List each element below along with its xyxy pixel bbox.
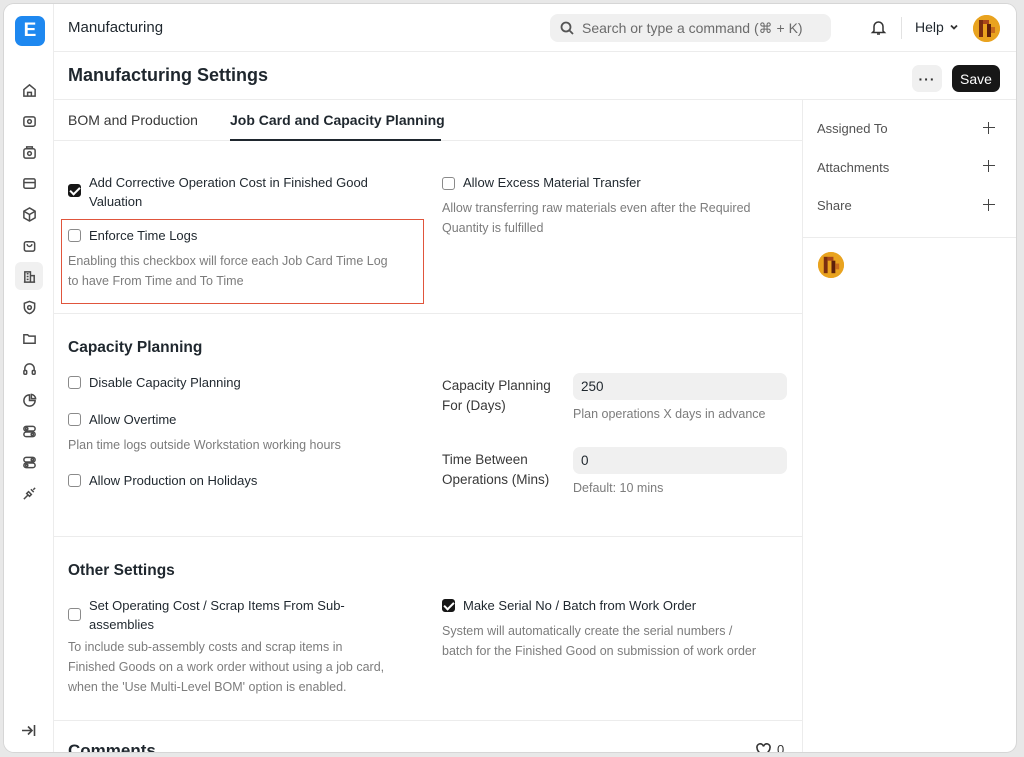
serial-batch-checkbox[interactable] (442, 599, 455, 612)
panel-divider (803, 237, 1016, 238)
support-icon[interactable] (18, 358, 40, 380)
add-share-plus-icon[interactable] (983, 199, 995, 211)
allow-overtime-label: Allow Overtime (89, 412, 177, 427)
time-between-operations-input[interactable]: 0 (573, 447, 787, 474)
viewer-avatar[interactable] (818, 252, 844, 278)
buying-icon[interactable] (18, 141, 40, 163)
add-attachment-plus-icon[interactable] (983, 160, 995, 172)
search-placeholder: Search or type a command (⌘ + K) (582, 19, 803, 36)
time-between-operations-label: Time Between Operations (Mins) (442, 452, 550, 487)
form-tabs: BOM and Production Job Card and Capacity… (54, 100, 802, 141)
allow-overtime-description: Plan time logs outside Workstation worki… (68, 438, 341, 452)
navbar-divider (901, 17, 902, 39)
search-icon (560, 21, 574, 35)
allow-production-on-holidays-checkbox[interactable] (68, 474, 81, 487)
share-label: Share (817, 198, 852, 213)
integrations-icon[interactable] (18, 482, 40, 504)
like-counter[interactable]: 0 (756, 742, 784, 752)
serial-batch-label: Make Serial No / Batch from Work Order (463, 598, 697, 613)
section-divider (54, 720, 802, 721)
operating-cost-checkbox[interactable] (68, 608, 81, 621)
excess-transfer-label: Allow Excess Material Transfer (463, 175, 641, 190)
heart-icon (756, 742, 771, 752)
quality-icon[interactable] (18, 296, 40, 318)
attachments-label: Attachments (817, 160, 890, 175)
app-title[interactable]: Manufacturing (68, 19, 163, 36)
time-between-operations-description: Default: 10 mins (573, 481, 664, 495)
capacity-planning-days-input[interactable]: 250 (573, 373, 787, 400)
other-settings-title: Other Settings (68, 562, 175, 579)
shopping-bag-icon[interactable] (18, 234, 40, 256)
form-sidebar: Assigned To Attachments Share (803, 100, 1016, 752)
section-divider (54, 536, 802, 537)
corrective-cost-label: Add Corrective Operation Cost in Finishe… (89, 175, 368, 209)
help-dropdown[interactable]: Help (915, 19, 959, 35)
page-title: Manufacturing Settings (68, 65, 269, 85)
enforce-time-logs-description: Enabling this checkbox will force each J… (68, 254, 388, 288)
tab-bom-and-production[interactable]: BOM and Production (68, 112, 198, 128)
excess-transfer-description: Allow transferring raw materials even af… (442, 201, 751, 235)
page-header: Manufacturing Settings ··· Save (54, 52, 1016, 100)
capacity-planning-title: Capacity Planning (68, 339, 203, 356)
chevron-down-icon (950, 24, 958, 30)
user-avatar[interactable] (973, 15, 1000, 42)
operating-cost-label: Set Operating Cost / Scrap Items From Su… (89, 598, 345, 632)
search-input[interactable]: Search or type a command (⌘ + K) (550, 14, 831, 42)
add-assignment-plus-icon[interactable] (983, 122, 995, 134)
manufacturing-icon[interactable] (15, 262, 43, 290)
navbar: Manufacturing Search or type a command (… (54, 4, 1016, 52)
operating-cost-description: To include sub-assembly costs and scrap … (68, 640, 385, 694)
help-label: Help (915, 19, 944, 35)
capacity-planning-days-description: Plan operations X days in advance (573, 407, 766, 421)
disable-capacity-planning-label: Disable Capacity Planning (89, 375, 241, 390)
corrective-cost-checkbox[interactable] (68, 184, 81, 197)
projects-icon[interactable] (18, 327, 40, 349)
accounting-icon[interactable] (18, 110, 40, 132)
collapse-sidebar-icon[interactable] (21, 724, 36, 742)
enforce-time-logs-checkbox[interactable] (68, 229, 81, 242)
analytics-icon[interactable] (18, 389, 40, 411)
disable-capacity-planning-checkbox[interactable] (68, 376, 81, 389)
sidebar: E (4, 4, 54, 752)
section-divider (54, 313, 802, 314)
stock-icon[interactable] (18, 203, 40, 225)
allow-overtime-checkbox[interactable] (68, 413, 81, 426)
tab-job-card-and-capacity-planning[interactable]: Job Card and Capacity Planning (230, 112, 445, 128)
toggle-settings-icon[interactable] (18, 420, 40, 442)
settings-form: BOM and Production Job Card and Capacity… (54, 100, 803, 752)
capacity-planning-days-label: Capacity Planning For (Days) (442, 378, 551, 413)
active-tab-indicator (230, 139, 441, 141)
allow-production-on-holidays-label: Allow Production on Holidays (89, 473, 258, 488)
comments-title: Comments (68, 741, 156, 752)
save-button[interactable]: Save (952, 65, 1000, 92)
excess-transfer-checkbox[interactable] (442, 177, 455, 190)
assigned-to-label: Assigned To (817, 121, 888, 136)
like-count: 0 (777, 742, 785, 752)
home-icon[interactable] (18, 79, 40, 101)
serial-batch-description: System will automatically create the ser… (442, 624, 757, 658)
customization-icon[interactable] (18, 451, 40, 473)
notifications-bell-icon[interactable] (870, 19, 887, 41)
selling-icon[interactable] (18, 172, 40, 194)
app-window: E Manufacturing Search or type a command… (4, 4, 1016, 752)
more-actions-button[interactable]: ··· (912, 65, 942, 92)
enforce-time-logs-label: Enforce Time Logs (89, 228, 198, 243)
app-logo[interactable]: E (15, 16, 45, 46)
